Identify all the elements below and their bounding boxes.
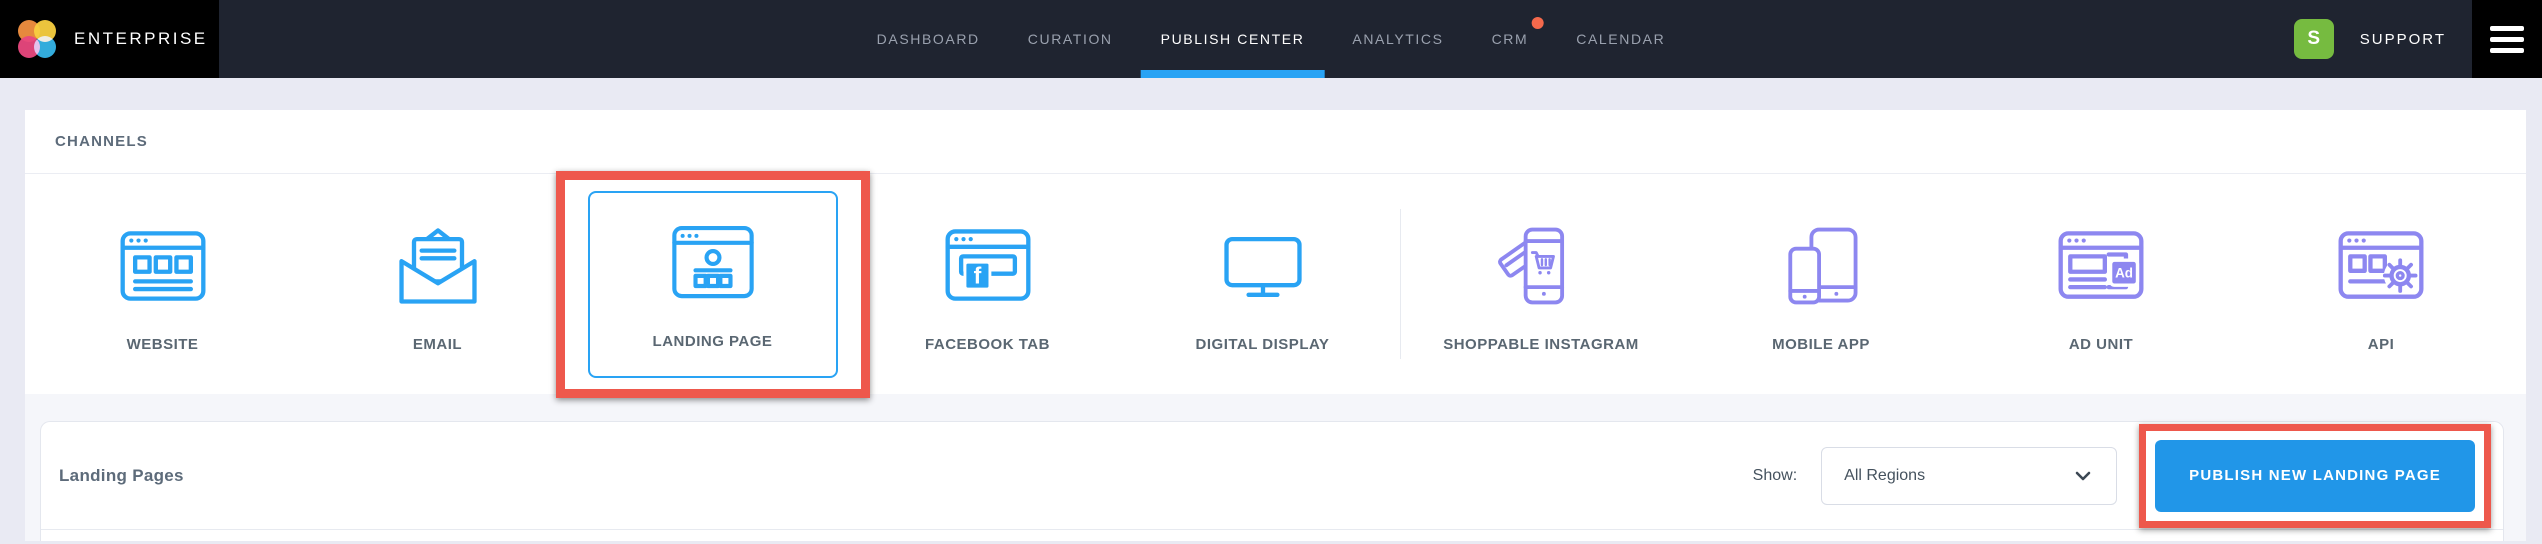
channels-section-title: CHANNELS	[55, 133, 2496, 150]
channel-label: API	[2368, 336, 2395, 353]
landing-pages-title: Landing Pages	[59, 466, 184, 486]
main-nav: DASHBOARD CURATION PUBLISH CENTER ANALYT…	[877, 0, 1666, 78]
support-link[interactable]: SUPPORT	[2360, 31, 2446, 48]
channel-label: EMAIL	[413, 336, 462, 353]
nav-item-crm[interactable]: CRM	[1492, 0, 1529, 78]
channel-label: FACEBOOK TAB	[925, 336, 1050, 353]
channel-digital-display[interactable]: DIGITAL DISPLAY	[1125, 216, 1400, 353]
publish-new-landing-page-button[interactable]: PUBLISH NEW LANDING PAGE	[2155, 440, 2475, 512]
channels-row: WEBSITE EMAIL	[25, 174, 2526, 394]
channel-label: SHOPPABLE INSTAGRAM	[1443, 336, 1639, 353]
channel-mobile-app[interactable]: MOBILE APP	[1681, 216, 1961, 353]
topbar-right-group: S SUPPORT	[2294, 0, 2542, 78]
annotation-box-publish-button: PUBLISH NEW LANDING PAGE	[2139, 424, 2491, 528]
annotation-box-landing-page: LANDING PAGE	[556, 171, 870, 398]
landing-page-icon	[667, 213, 759, 313]
landing-pages-card: Landing Pages Show: All Regions PUBLISH …	[40, 421, 2504, 541]
user-avatar-badge[interactable]: S	[2294, 19, 2334, 59]
api-icon	[2333, 216, 2429, 316]
website-icon	[115, 216, 211, 316]
channel-api[interactable]: API	[2241, 216, 2521, 353]
channel-facebook-tab[interactable]: f FACEBOOK TAB	[850, 216, 1125, 353]
facebook-tab-icon: f	[940, 216, 1036, 316]
channel-shoppable-instagram[interactable]: SHOPPABLE INSTAGRAM	[1401, 216, 1681, 353]
landing-pages-section: Landing Pages Show: All Regions PUBLISH …	[25, 394, 2526, 541]
channel-label: DIGITAL DISPLAY	[1196, 336, 1330, 353]
shoppable-instagram-icon	[1493, 216, 1589, 316]
brand-home-link[interactable]: ENTERPRISE	[0, 0, 219, 78]
nav-item-crm-label: CRM	[1492, 31, 1529, 47]
svg-text:Ad: Ad	[2115, 265, 2133, 280]
landing-pages-card-header: Landing Pages Show: All Regions PUBLISH …	[41, 422, 2503, 530]
hamburger-menu-icon[interactable]	[2472, 0, 2542, 78]
ad-unit-icon: Ad	[2053, 216, 2149, 316]
show-filter-label: Show:	[1753, 467, 1797, 485]
channel-label: LANDING PAGE	[653, 333, 773, 350]
digital-display-icon	[1215, 216, 1311, 316]
channel-landing-page-selected-card[interactable]: LANDING PAGE	[588, 191, 838, 378]
nav-item-analytics[interactable]: ANALYTICS	[1352, 0, 1443, 78]
channel-website[interactable]: WEBSITE	[25, 216, 300, 353]
channel-label: MOBILE APP	[1772, 336, 1870, 353]
chevron-down-icon	[2072, 465, 2094, 487]
channels-panel: CHANNELS WEBSITE	[25, 110, 2526, 394]
channel-email[interactable]: EMAIL	[300, 216, 575, 353]
top-navigation-bar: ENTERPRISE DASHBOARD CURATION PUBLISH CE…	[0, 0, 2542, 78]
channel-landing-page: LANDING PAGE	[575, 171, 850, 398]
nav-item-curation[interactable]: CURATION	[1028, 0, 1113, 78]
mobile-app-icon	[1773, 216, 1869, 316]
channels-header: CHANNELS	[25, 110, 2526, 173]
nav-item-dashboard[interactable]: DASHBOARD	[877, 0, 980, 78]
brand-logo-icon	[18, 20, 56, 58]
channel-label: WEBSITE	[127, 336, 199, 353]
channel-label: AD UNIT	[2069, 336, 2133, 353]
notification-dot	[1531, 17, 1543, 29]
nav-item-calendar[interactable]: CALENDAR	[1576, 0, 1665, 78]
card-header-controls: Show: All Regions PUBLISH NEW LANDING PA…	[1753, 424, 2491, 528]
svg-text:f: f	[973, 262, 981, 288]
region-filter-dropdown[interactable]: All Regions	[1821, 447, 2117, 505]
email-icon	[390, 216, 486, 316]
brand-name: ENTERPRISE	[74, 29, 208, 49]
nav-item-publish-center[interactable]: PUBLISH CENTER	[1161, 0, 1305, 78]
region-filter-value: All Regions	[1844, 467, 1925, 485]
channel-ad-unit[interactable]: Ad AD UNIT	[1961, 216, 2241, 353]
